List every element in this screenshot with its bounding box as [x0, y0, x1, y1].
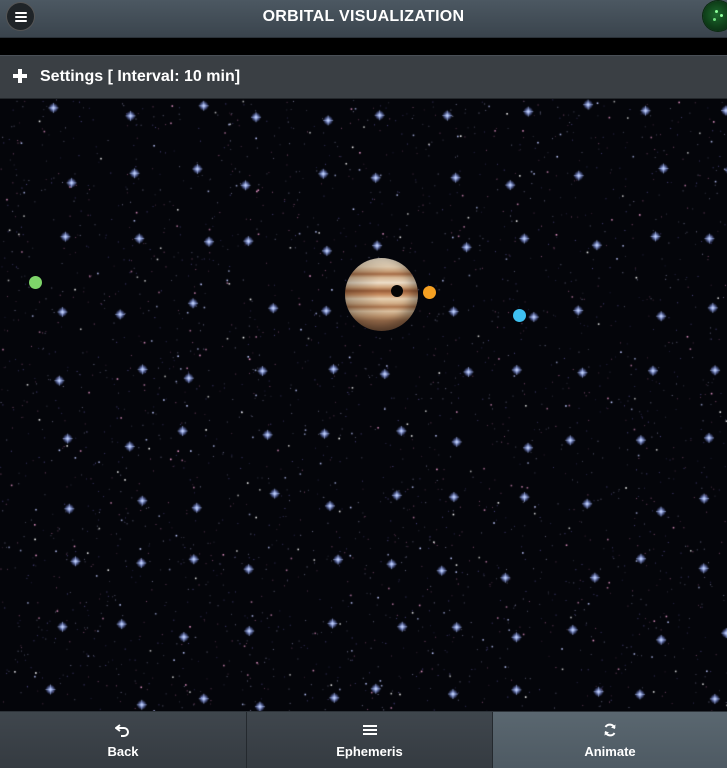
plus-icon: [12, 68, 28, 84]
back-label: Back: [107, 744, 139, 759]
settings-label: Settings [ Interval: 10 min]: [40, 68, 241, 85]
moon-io: [423, 286, 436, 299]
header-bar: ORBITAL VISUALIZATION: [0, 0, 727, 38]
moon-europa: [513, 309, 526, 322]
header-divider: [0, 38, 727, 55]
settings-collapsible[interactable]: Settings [ Interval: 10 min]: [0, 55, 727, 99]
bottom-navbar: Back Ephemeris Animate: [0, 711, 727, 768]
refresh-icon: [602, 723, 618, 737]
back-button[interactable]: Back: [0, 712, 247, 768]
animate-label: Animate: [584, 744, 636, 759]
animate-button[interactable]: Animate: [493, 712, 727, 768]
starfield-background: [0, 99, 727, 711]
ephemeris-label: Ephemeris: [336, 744, 403, 759]
orbital-view[interactable]: [0, 99, 727, 711]
undo-icon: [115, 723, 131, 737]
planet-jupiter: [345, 258, 418, 331]
moon-ganymede: [29, 276, 42, 289]
moon-shadow: [391, 285, 403, 297]
list-icon: [362, 723, 378, 737]
page-title: ORBITAL VISUALIZATION: [262, 8, 465, 25]
radar-icon[interactable]: [703, 1, 727, 31]
app: ORBITAL VISUALIZATION Settings [ Interva…: [0, 0, 727, 768]
ephemeris-button[interactable]: Ephemeris: [247, 712, 493, 768]
